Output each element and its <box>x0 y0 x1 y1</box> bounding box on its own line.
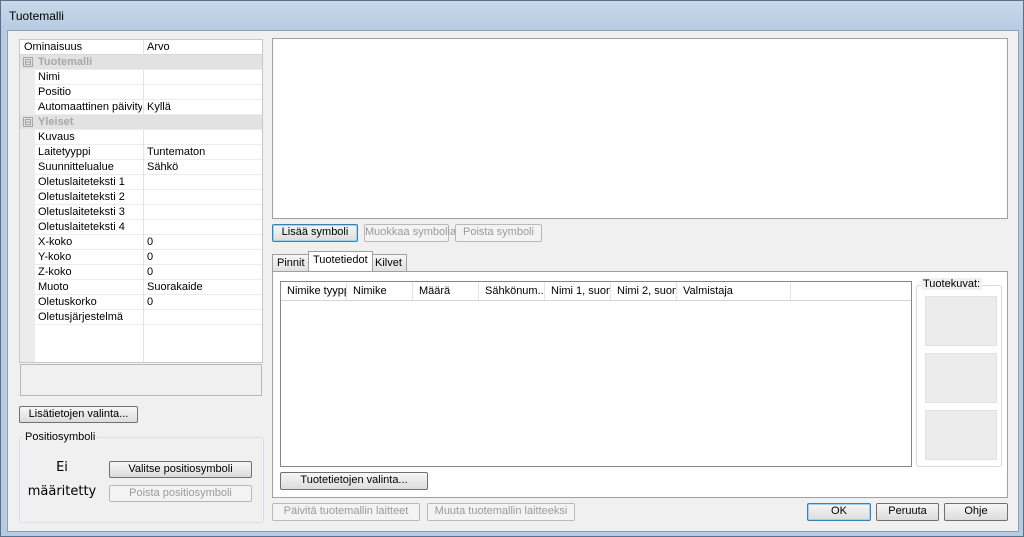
property-row[interactable]: Suunnittelualue Sähkö <box>20 160 262 175</box>
help-button[interactable]: Ohje <box>944 503 1008 521</box>
tab-pinnit[interactable]: Pinnit <box>272 254 310 271</box>
property-value[interactable]: 0 <box>147 266 153 278</box>
property-name: Oletusjärjestelmä <box>38 311 123 323</box>
property-name: Oletuskorko <box>38 296 97 308</box>
property-grid[interactable]: Ominaisuus Arvo ⊟ Tuotemalli Nimi Positio Au… <box>19 39 263 363</box>
symbol-preview-area <box>272 38 1008 219</box>
column-header[interactable]: Sähkönum... <box>479 282 545 300</box>
column-header[interactable]: Nimike <box>347 282 413 300</box>
table-header: Nimike tyyppi Nimike Määrä Sähkönum... N… <box>281 282 911 301</box>
property-name: Muoto <box>38 281 69 293</box>
product-info-table[interactable]: Nimike tyyppi Nimike Määrä Sähkönum... N… <box>280 281 912 467</box>
property-row[interactable]: X-koko 0 <box>20 235 262 250</box>
column-header[interactable]: Nimike tyyppi <box>281 282 347 300</box>
product-info-select-button[interactable]: Tuotetietojen valinta... <box>280 472 428 490</box>
property-name: X-koko <box>38 236 73 248</box>
property-name: Oletuslaiteteksti 2 <box>38 191 125 203</box>
property-name: Oletuslaiteteksti 4 <box>38 221 125 233</box>
select-position-symbol-button[interactable]: Valitse positiosymboli <box>109 461 252 478</box>
property-name: Nimi <box>38 71 60 83</box>
product-images-label: Tuotekuvat: <box>921 278 983 290</box>
collapse-icon[interactable]: ⊟ <box>23 117 33 127</box>
edit-symbol-button[interactable]: Muokkaa symbolia <box>364 224 456 242</box>
property-grid-header: Ominaisuus Arvo <box>20 40 262 55</box>
column-header[interactable]: Valmistaja <box>677 282 791 300</box>
property-row[interactable]: Nimi <box>20 70 262 85</box>
property-row[interactable]: Z-koko 0 <box>20 265 262 280</box>
product-images-group <box>916 285 1002 467</box>
tab-kilvet[interactable]: Kilvet <box>370 254 407 271</box>
property-category[interactable]: ⊟ Yleiset <box>20 115 262 130</box>
property-name: Oletuslaiteteksti 3 <box>38 206 125 218</box>
cancel-button[interactable]: Peruuta <box>876 503 939 521</box>
property-name: Oletuslaiteteksti 1 <box>38 176 125 188</box>
property-row[interactable]: Oletuskorko 0 <box>20 295 262 310</box>
property-row[interactable]: Oletuslaiteteksti 3 <box>20 205 262 220</box>
column-header[interactable]: Määrä <box>413 282 479 300</box>
remove-symbol-button[interactable]: Poista symboli <box>455 224 542 242</box>
property-row[interactable]: Laitetyyppi Tuntematon <box>20 145 262 160</box>
property-column-header: Ominaisuus <box>24 41 83 53</box>
position-symbol-group-label: Positiosymboli <box>23 431 98 443</box>
property-row[interactable]: Kuvaus <box>20 130 262 145</box>
property-value[interactable]: 0 <box>147 236 153 248</box>
column-header[interactable]: Nimi 2, suomi <box>611 282 677 300</box>
category-label: Yleiset <box>38 116 74 128</box>
property-value[interactable]: Sähkö <box>147 161 178 173</box>
property-description-box <box>20 364 262 396</box>
remove-position-symbol-button[interactable]: Poista positiosymboli <box>109 485 252 502</box>
tab-tuotetiedot[interactable]: Tuotetiedot <box>308 251 373 271</box>
value-column-header: Arvo <box>147 41 170 53</box>
property-row[interactable]: Y-koko 0 <box>20 250 262 265</box>
property-row[interactable]: Automaattinen päivitys... Kyllä <box>20 100 262 115</box>
ok-button[interactable]: OK <box>807 503 871 521</box>
add-symbol-button[interactable]: Lisää symboli <box>272 224 358 242</box>
dialog-client-area: Ominaisuus Arvo ⊟ Tuotemalli Nimi Positio Au… <box>7 30 1019 532</box>
property-name: Z-koko <box>38 266 72 278</box>
property-row[interactable]: Muoto Suorakaide <box>20 280 262 295</box>
property-category[interactable]: ⊟ Tuotemalli <box>20 55 262 70</box>
property-value[interactable]: Suorakaide <box>147 281 203 293</box>
property-row[interactable]: Oletuslaiteteksti 4 <box>20 220 262 235</box>
property-value[interactable]: 0 <box>147 251 153 263</box>
property-row[interactable]: Oletuslaiteteksti 2 <box>20 190 262 205</box>
product-image-slot[interactable] <box>925 353 997 403</box>
property-name: Positio <box>38 86 72 98</box>
dialog-window: Tuotemalli Ominaisuus Arvo ⊟ Tuotemalli Ni… <box>0 0 1024 537</box>
collapse-icon[interactable]: ⊟ <box>23 57 33 67</box>
column-header[interactable]: Nimi 1, suomi <box>545 282 611 300</box>
product-image-slot[interactable] <box>925 410 997 460</box>
extra-info-button[interactable]: Lisätietojen valinta... <box>19 406 138 423</box>
update-devices-button[interactable]: Päivitä tuotemallin laitteet <box>272 503 420 521</box>
property-name: Suunnittelualue <box>38 161 114 173</box>
property-value[interactable]: 0 <box>147 296 153 308</box>
property-row[interactable]: Positio <box>20 85 262 100</box>
convert-to-device-button[interactable]: Muuta tuotemallin laitteeksi <box>427 503 575 521</box>
property-name: Kuvaus <box>38 131 75 143</box>
property-name: Automaattinen päivitys... <box>38 101 142 113</box>
property-name: Laitetyyppi <box>38 146 91 158</box>
property-row[interactable]: Oletusjärjestelmä <box>20 310 262 325</box>
property-row[interactable]: Oletuslaiteteksti 1 <box>20 175 262 190</box>
product-image-slot[interactable] <box>925 296 997 346</box>
category-label: Tuotemalli <box>38 56 93 68</box>
window-title: Tuotemalli <box>9 9 64 23</box>
no-position-symbol-text: Ei määritetty <box>27 460 97 499</box>
property-value[interactable]: Tuntematon <box>147 146 205 158</box>
property-value[interactable]: Kyllä <box>147 101 171 113</box>
property-name: Y-koko <box>38 251 72 263</box>
